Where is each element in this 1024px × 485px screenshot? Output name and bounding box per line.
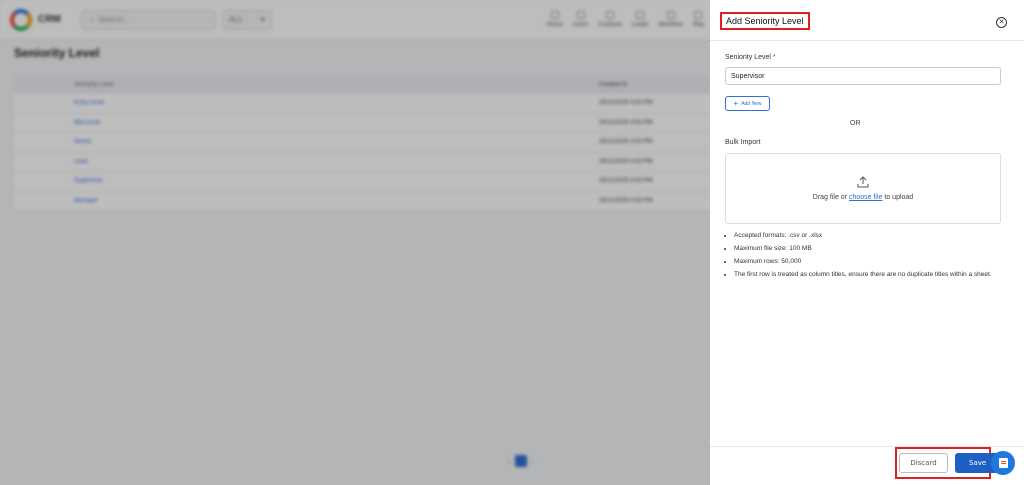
or-separator: OR <box>850 120 861 127</box>
choose-file-link[interactable]: choose file <box>849 194 882 201</box>
list-item: Maximum file size: 100 MB <box>734 242 1002 255</box>
list-item: Accepted formats: .csv or .xlsx <box>734 229 1002 242</box>
seniority-level-input[interactable]: Supervisor <box>725 67 1001 85</box>
file-dropzone[interactable]: Drag file or choose file to upload <box>725 153 1001 224</box>
list-item: The first row is treated as column title… <box>734 268 1002 281</box>
plus-icon: + <box>733 99 739 108</box>
document-icon <box>998 458 1008 468</box>
close-icon[interactable]: ✕ <box>996 17 1007 28</box>
bulk-import-label: Bulk Import <box>725 139 761 146</box>
upload-icon <box>857 176 869 188</box>
dropzone-text: Drag file or choose file to upload <box>812 194 914 201</box>
seniority-level-label: Seniority Level * <box>725 54 776 61</box>
add-new-button[interactable]: + Add New <box>725 96 770 111</box>
header-divider <box>710 40 1024 41</box>
discard-button[interactable]: Discard <box>899 453 948 473</box>
import-rules-list: Accepted formats: .csv or .xlsx Maximum … <box>734 229 1002 281</box>
chat-fab-button[interactable] <box>991 451 1015 475</box>
list-item: Maximum rows: 50,000 <box>734 255 1002 268</box>
drawer-title: Add Seniority Level <box>720 12 810 30</box>
